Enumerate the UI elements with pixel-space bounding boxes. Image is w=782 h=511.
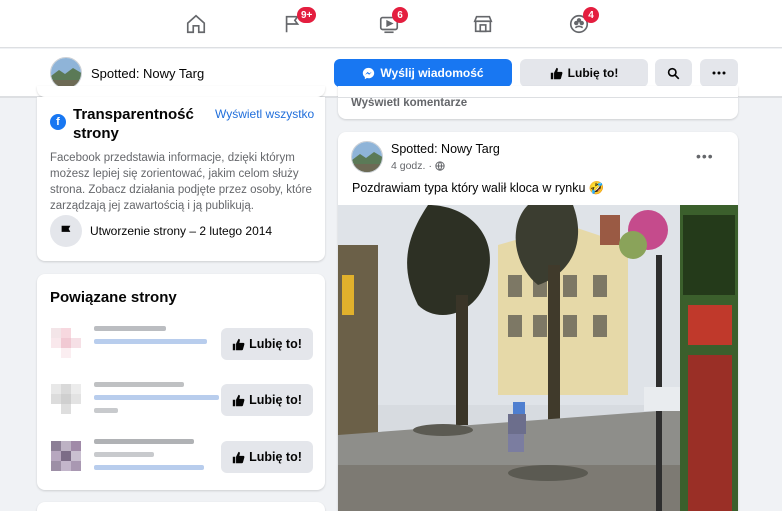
- next-card-peek: [37, 502, 325, 511]
- related-like-button[interactable]: Lubię to!: [221, 328, 313, 360]
- post-time-text: 4 godz.: [391, 160, 426, 172]
- transparency-description: Facebook przedstawia informacje, dzięki …: [50, 152, 312, 212]
- related-pages-card: Powiązane strony Lubię to! Lubię to! Lub…: [37, 274, 325, 490]
- watch-badge: 6: [392, 7, 408, 23]
- redacted-category: [94, 339, 207, 344]
- thumbs-up-icon: [550, 67, 563, 79]
- post-photo[interactable]: [338, 205, 738, 511]
- thumbs-up-icon: [232, 394, 245, 406]
- globe-icon: [435, 161, 445, 171]
- related-page-item[interactable]: Lubię to!: [37, 378, 325, 422]
- nav-groups-tab[interactable]: 4: [523, 0, 635, 48]
- facebook-icon: f: [50, 114, 66, 130]
- shop-icon: [473, 15, 493, 33]
- separator-dot: ·: [428, 160, 432, 172]
- redacted-extra: [94, 408, 118, 413]
- related-page-avatar: [51, 328, 81, 358]
- redacted-category: [94, 465, 204, 470]
- related-like-label: Lubię to!: [249, 337, 302, 351]
- more-options-button[interactable]: [700, 59, 738, 87]
- post-author-name[interactable]: Spotted: Nowy Targ: [391, 142, 500, 156]
- messenger-icon: [363, 67, 375, 79]
- like-page-button[interactable]: Lubię to!: [520, 59, 648, 87]
- related-page-item[interactable]: Lubię to!: [37, 322, 325, 366]
- view-comments-link[interactable]: Wyświetl komentarze: [351, 97, 467, 109]
- search-button[interactable]: [655, 59, 692, 87]
- post-timestamp[interactable]: 4 godz. ·: [391, 160, 445, 172]
- related-pages-title: Powiązane strony: [50, 289, 177, 306]
- transparency-title: Transparentność strony: [73, 106, 194, 142]
- post-card: Spotted: Nowy Targ 4 godz. · ••• Pozdraw…: [338, 132, 738, 511]
- transparency-card: f Transparentność strony Wyświetl wszyst…: [37, 97, 325, 261]
- redacted-name: [94, 382, 184, 387]
- top-navigation: 9+ 6 4: [0, 0, 782, 48]
- related-like-button[interactable]: Lubię to!: [221, 384, 313, 416]
- previous-post-card: Wyświetl komentarze: [338, 86, 738, 119]
- post-options-button[interactable]: •••: [696, 148, 714, 164]
- page-created-text: Utworzenie strony – 2 lutego 2014: [90, 224, 273, 238]
- page-avatar[interactable]: [50, 57, 82, 89]
- like-page-label: Lubię to!: [567, 66, 619, 80]
- redacted-category: [94, 395, 219, 400]
- send-message-button[interactable]: Wyślij wiadomość: [334, 59, 512, 87]
- post-text: Pozdrawiam typa który walił kloca w rynk…: [352, 181, 605, 195]
- thumbs-up-icon: [232, 338, 245, 350]
- redacted-name: [94, 326, 166, 331]
- flag-icon: [61, 225, 71, 238]
- view-all-link[interactable]: Wyświetl wszystko: [215, 107, 314, 121]
- groups-badge: 4: [583, 7, 599, 23]
- page-created-icon-wrap: [50, 215, 82, 247]
- related-page-avatar: [51, 441, 81, 471]
- nav-home-tab[interactable]: [140, 0, 252, 48]
- page-title[interactable]: Spotted: Nowy Targ: [91, 66, 204, 81]
- home-icon: [186, 14, 206, 34]
- send-message-label: Wyślij wiadomość: [380, 66, 484, 80]
- post-author-avatar[interactable]: [351, 141, 383, 173]
- related-like-label: Lubię to!: [249, 393, 302, 407]
- more-icon: [712, 71, 726, 75]
- thumbs-up-icon: [232, 451, 245, 463]
- pages-badge: 9+: [297, 7, 317, 23]
- left-card-top-edge: [37, 86, 325, 97]
- search-icon: [667, 67, 680, 79]
- redacted-name-2: [94, 452, 154, 457]
- related-page-item[interactable]: Lubię to!: [37, 435, 325, 479]
- redacted-name: [94, 439, 194, 444]
- related-like-label: Lubię to!: [249, 450, 302, 464]
- related-page-avatar: [51, 384, 81, 414]
- related-like-button[interactable]: Lubię to!: [221, 441, 313, 473]
